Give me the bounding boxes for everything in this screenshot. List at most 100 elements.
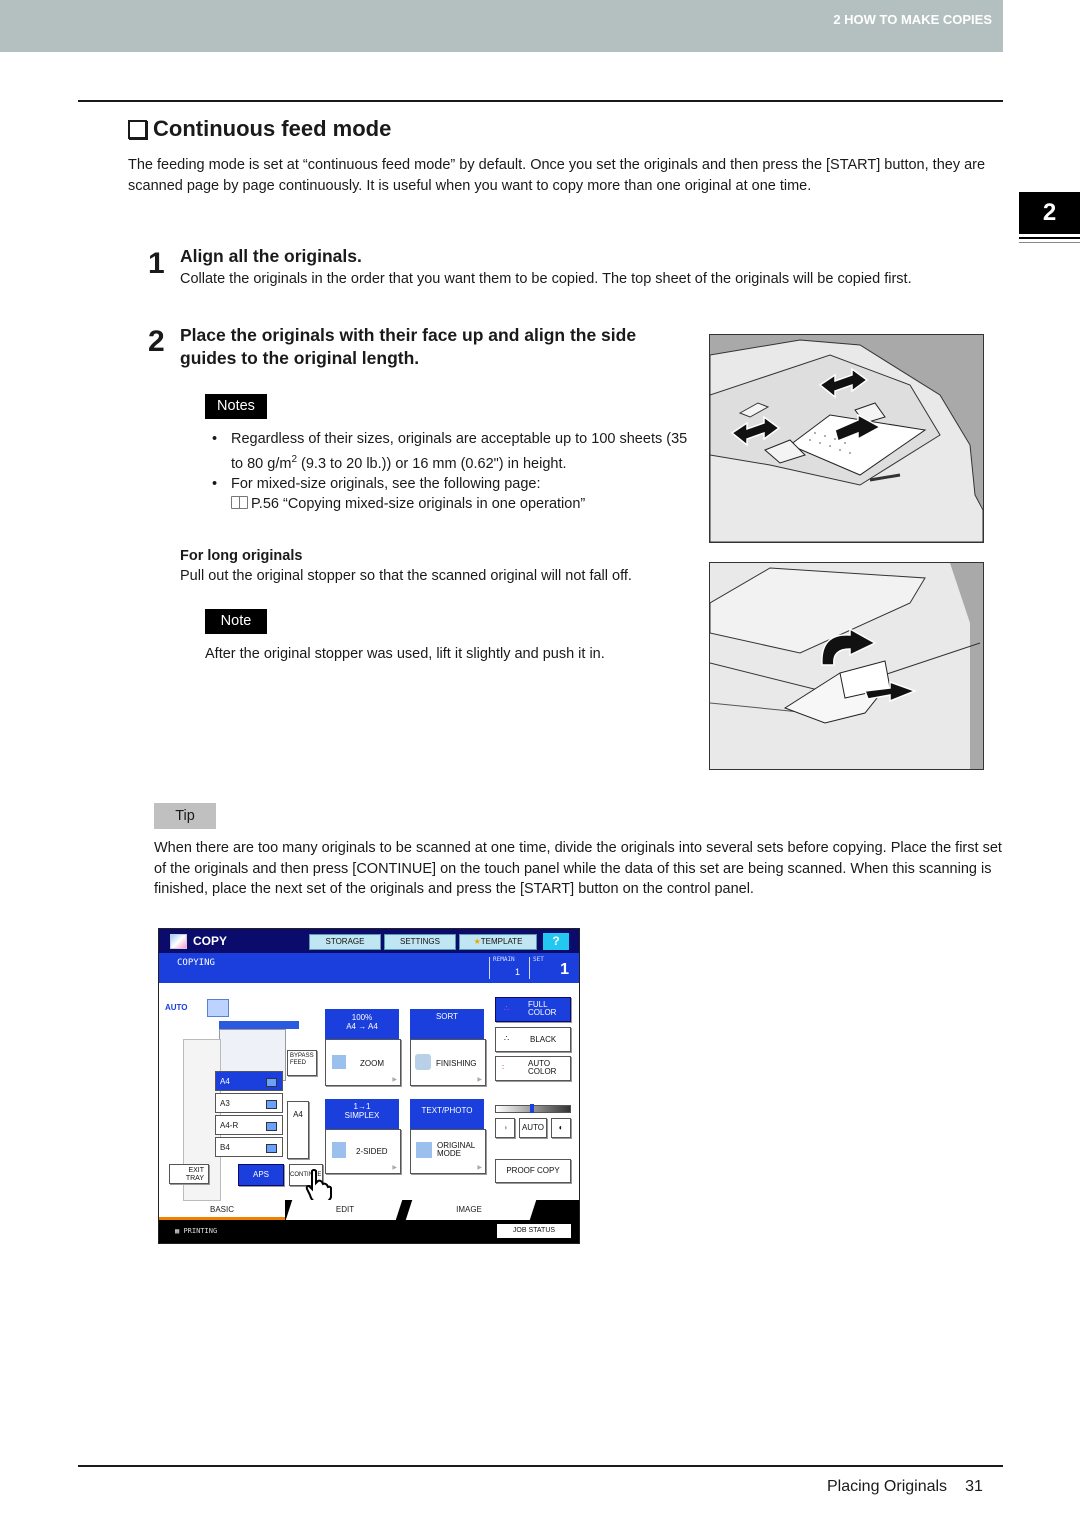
tray-a4[interactable]: A4 bbox=[215, 1071, 283, 1091]
bypass-tray[interactable]: A4 bbox=[287, 1101, 309, 1159]
chapter-tab-underline bbox=[1019, 237, 1080, 243]
bottom-divider bbox=[78, 1465, 1003, 1467]
zoom-ratio-display: 100% A4 → A4 bbox=[325, 1009, 399, 1039]
note-item: • For mixed-size originals, see the foll… bbox=[212, 474, 692, 495]
illustration-original-stopper bbox=[709, 562, 984, 770]
step-number: 2 bbox=[148, 325, 165, 358]
star-icon: ★ bbox=[473, 937, 481, 946]
storage-button[interactable]: STORAGE bbox=[309, 934, 381, 950]
printing-status: ▦ PRINTING bbox=[175, 1227, 218, 1235]
template-button[interactable]: ★TEMPLATE bbox=[459, 934, 537, 950]
original-mode-icon bbox=[416, 1142, 432, 1158]
two-sided-icon bbox=[332, 1142, 346, 1158]
intro-paragraph: The feeding mode is set at “continuous f… bbox=[128, 157, 986, 194]
tray-icon bbox=[266, 1144, 277, 1153]
auto-color-dots-icon: ∶ bbox=[502, 1063, 505, 1072]
notes-badge: Notes bbox=[205, 394, 267, 419]
step-body: Collate the originals in the order that … bbox=[180, 271, 912, 287]
tray-a4-r[interactable]: A4-R bbox=[215, 1115, 283, 1135]
black-dots-icon: ∴ bbox=[504, 1034, 510, 1043]
tip-badge: Tip bbox=[154, 803, 216, 829]
black-button[interactable]: ∴ BLACK bbox=[495, 1027, 571, 1052]
chapter-header-band: 2 HOW TO MAKE COPIES bbox=[0, 0, 1003, 52]
adf-icon bbox=[207, 999, 229, 1017]
tray-icon bbox=[266, 1100, 277, 1109]
section-title-text: Continuous feed mode bbox=[153, 116, 392, 141]
aps-button[interactable]: APS bbox=[238, 1164, 284, 1186]
finishing-button[interactable]: FINISHING ▶ bbox=[410, 1039, 486, 1086]
help-button[interactable]: ? bbox=[543, 933, 569, 950]
bullet: • bbox=[212, 431, 218, 447]
color-dots-icon: ∴ bbox=[504, 1004, 510, 1013]
tray-b4[interactable]: B4 bbox=[215, 1137, 283, 1157]
zoom-icon bbox=[332, 1055, 346, 1069]
page-footer: Placing Originals 31 bbox=[827, 1478, 983, 1496]
section-title: Continuous feed mode bbox=[128, 116, 391, 142]
density-slider[interactable] bbox=[495, 1104, 571, 1113]
tip-body: When there are too many originals to be … bbox=[154, 840, 1002, 897]
remain-label: REMAIN bbox=[493, 956, 515, 963]
note-body: After the original stopper was used, lif… bbox=[205, 646, 605, 662]
panel-status-bar: COPYING REMAIN 1 SET 1 bbox=[159, 953, 579, 983]
long-originals-body: Pull out the original stopper so that th… bbox=[180, 568, 632, 584]
notes-list: • Regardless of their sizes, originals a… bbox=[212, 429, 692, 515]
panel-bottom-bar: ▦ PRINTING JOB STATUS bbox=[159, 1220, 579, 1243]
chapter-label: 2 HOW TO MAKE COPIES bbox=[833, 12, 992, 27]
tray-icon bbox=[266, 1122, 277, 1131]
tab-edit-frame: EDIT bbox=[285, 1200, 405, 1220]
note-item: • Regardless of their sizes, originals a… bbox=[212, 431, 688, 472]
density-slider-thumb[interactable] bbox=[530, 1104, 534, 1113]
copy-app-icon bbox=[170, 934, 187, 949]
page-number: 31 bbox=[965, 1478, 983, 1495]
expand-arrow-icon: ▶ bbox=[477, 1165, 482, 1171]
set-value: 1 bbox=[560, 961, 569, 978]
book-icon bbox=[231, 496, 248, 510]
copy-touch-panel: COPY STORAGE SETTINGS ★TEMPLATE ? COPYIN… bbox=[158, 928, 580, 1244]
expand-arrow-icon: ▶ bbox=[392, 1165, 397, 1171]
bullet: • bbox=[212, 475, 218, 492]
note-badge: Note bbox=[205, 609, 267, 634]
duplex-mode-display: 1→1 SIMPLEX bbox=[325, 1099, 399, 1129]
copy-status: COPYING bbox=[177, 958, 215, 968]
scanner-body bbox=[219, 1021, 299, 1029]
tab-basic[interactable]: BASIC bbox=[159, 1200, 285, 1220]
footer-section-name: Placing Originals bbox=[827, 1478, 948, 1495]
original-mode-button[interactable]: ORIGINAL MODE ▶ bbox=[410, 1129, 486, 1174]
two-sided-button[interactable]: 2-SIDED ▶ bbox=[325, 1129, 401, 1174]
exit-tray-button[interactable]: EXIT TRAY bbox=[169, 1164, 209, 1184]
expand-arrow-icon: ▶ bbox=[477, 1077, 482, 1083]
panel-title-bar: COPY STORAGE SETTINGS ★TEMPLATE ? bbox=[159, 929, 579, 953]
top-divider bbox=[78, 100, 1003, 102]
job-status-button[interactable]: JOB STATUS bbox=[497, 1224, 571, 1238]
subheading-long-originals: For long originals bbox=[180, 548, 303, 564]
expand-arrow-icon: ▶ bbox=[392, 1077, 397, 1083]
remain-value: 1 bbox=[515, 967, 521, 977]
step-number: 1 bbox=[148, 247, 165, 280]
tab-edit[interactable]: EDIT bbox=[336, 1205, 354, 1214]
proof-copy-button[interactable]: PROOF COPY bbox=[495, 1159, 571, 1183]
full-color-button[interactable]: ∴ FULL COLOR bbox=[495, 997, 571, 1022]
finishing-icon bbox=[415, 1054, 431, 1070]
illustration-side-guides bbox=[709, 334, 984, 543]
auto-color-button[interactable]: ∶ AUTO COLOR bbox=[495, 1056, 571, 1081]
zoom-button[interactable]: ZOOM ▶ bbox=[325, 1039, 401, 1086]
tab-image[interactable]: IMAGE bbox=[456, 1205, 482, 1214]
original-mode-display: TEXT/PHOTO bbox=[410, 1099, 484, 1129]
density-darker-button[interactable]: ◐ bbox=[551, 1118, 571, 1138]
density-lighter-button[interactable]: ◑ bbox=[495, 1118, 515, 1138]
app-title: COPY bbox=[193, 934, 228, 948]
tray-a3[interactable]: A3 bbox=[215, 1093, 283, 1113]
bypass-feed-button[interactable]: BYPASS FEED bbox=[287, 1050, 317, 1076]
density-auto-button[interactable]: AUTO bbox=[519, 1118, 547, 1138]
set-label: SET bbox=[533, 956, 544, 963]
page-reference-link[interactable]: P.56 “Copying mixed-size originals in on… bbox=[212, 494, 692, 515]
chapter-tab: 2 bbox=[1019, 192, 1080, 234]
finishing-mode-display: SORT bbox=[410, 1009, 484, 1039]
step-title: Align all the originals. bbox=[180, 246, 362, 266]
checkbox-square-icon bbox=[128, 119, 147, 139]
tray-icon bbox=[266, 1078, 277, 1087]
auto-feed-indicator[interactable]: AUTO bbox=[165, 1003, 203, 1015]
settings-button[interactable]: SETTINGS bbox=[384, 934, 456, 950]
step-title: Place the originals with their face up a… bbox=[180, 325, 637, 368]
tab-image-frame: IMAGE bbox=[405, 1200, 579, 1220]
